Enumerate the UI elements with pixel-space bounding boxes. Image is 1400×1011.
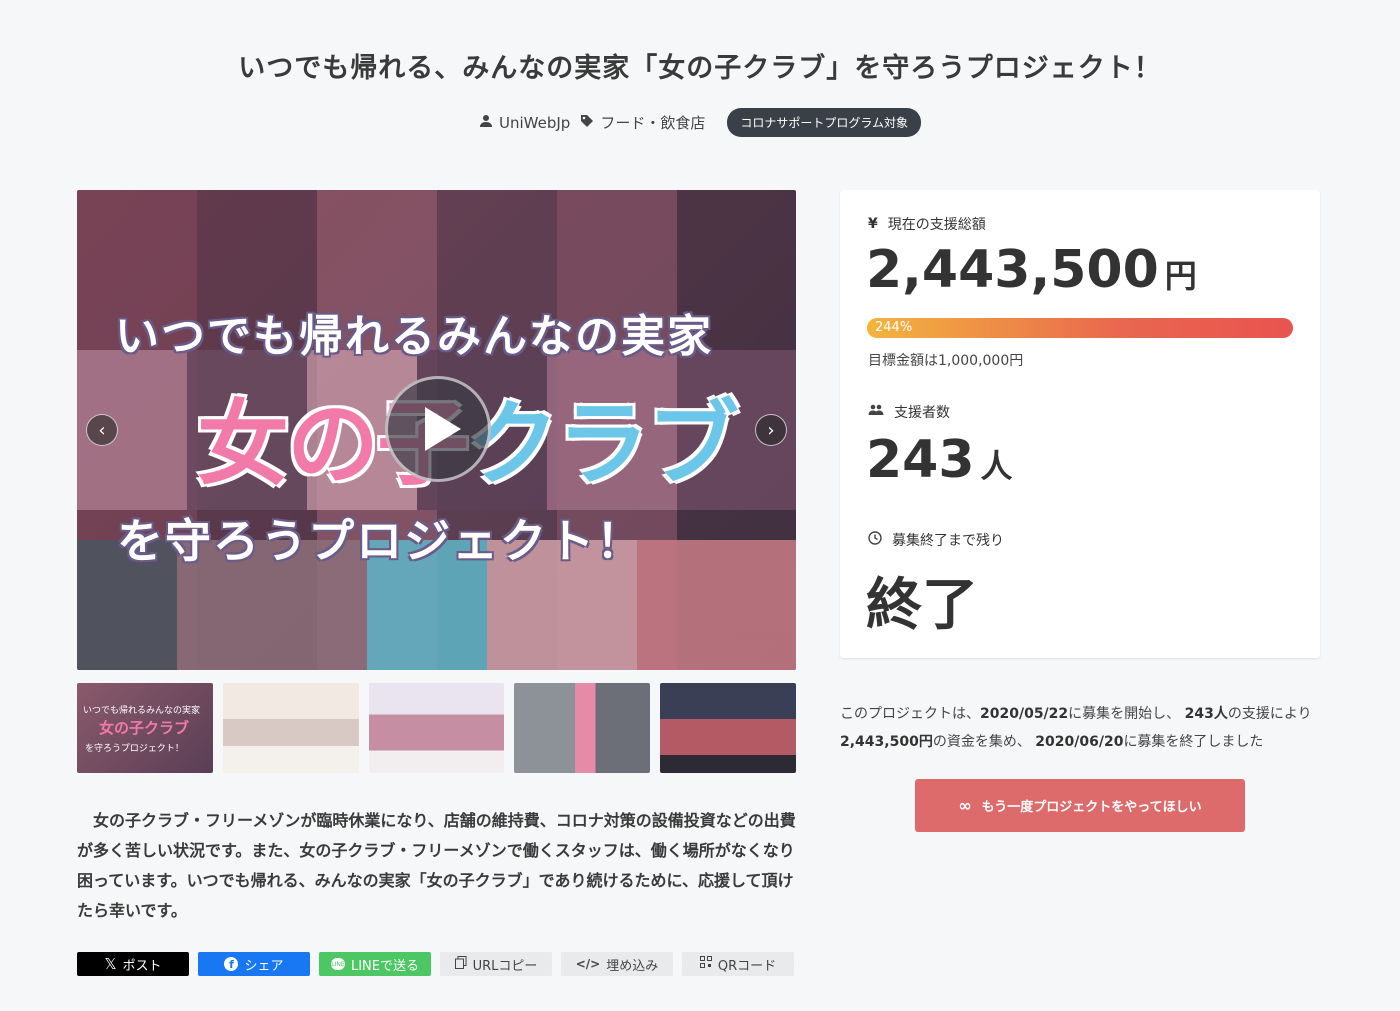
- project-description: 女の子クラブ・フリーメゾンが臨時休業になり、店舗の維持費、コロナ対策の設備投資な…: [77, 806, 797, 926]
- total-amount: 2,443,500 円: [866, 240, 1197, 300]
- category-link[interactable]: フード・飲食店: [580, 112, 705, 133]
- thumbnail-4[interactable]: [514, 683, 651, 773]
- share-facebook-label: シェア: [244, 958, 284, 974]
- summary-part3: の支援により: [1227, 706, 1312, 722]
- supporters-value: 243: [866, 430, 975, 490]
- project-meta: UniWebJp フード・飲食店 コロナサポートプログラム対象: [0, 108, 1400, 137]
- supporters-label-row: 支援者数: [868, 402, 950, 422]
- code-icon: </>: [575, 957, 601, 971]
- progress-bar: 244%: [867, 318, 1293, 338]
- share-x-label: ポスト: [122, 958, 162, 974]
- tag-icon: [580, 114, 594, 132]
- supporters-count: 243 人: [866, 430, 1013, 490]
- remaining-value: 終了: [866, 573, 978, 638]
- share-line-button[interactable]: LINE LINEで送る: [319, 952, 431, 976]
- total-unit: 円: [1164, 257, 1197, 295]
- play-video-button[interactable]: [385, 376, 491, 482]
- goal-amount: 目標金額は1,000,000円: [868, 353, 1024, 369]
- author-name: UniWebJp: [499, 113, 571, 132]
- line-icon: LINE: [330, 958, 345, 970]
- total-label: 現在の支援総額: [887, 217, 986, 233]
- share-line-label: LINEで送る: [350, 958, 419, 974]
- slider-prev-button[interactable]: ‹: [86, 414, 118, 446]
- request-again-label: もう一度プロジェクトをやってほしい: [981, 800, 1202, 815]
- page-title: いつでも帰れる、みんなの実家「女の子クラブ」を守ろうプロジェクト！: [238, 53, 1162, 84]
- thumbnail-2[interactable]: [222, 683, 359, 773]
- author-link[interactable]: UniWebJp: [479, 114, 570, 132]
- summary-part5: に募集を終了しました: [1123, 734, 1264, 750]
- total-label-row: ¥ 現在の支援総額: [868, 214, 986, 234]
- qr-code-button[interactable]: QRコード: [682, 952, 794, 976]
- thumbnail-5[interactable]: [660, 683, 796, 773]
- remaining-label: 募集終了まで残り: [892, 533, 1004, 549]
- x-icon: 𝕏: [104, 955, 117, 973]
- user-icon: [479, 114, 493, 132]
- copy-url-label: URLコピー: [472, 958, 538, 974]
- users-icon: [868, 404, 884, 420]
- summary-part2: に募集を開始し、: [1068, 706, 1181, 722]
- summary-amount: 2,443,500円: [840, 734, 933, 750]
- summary-start-date: 2020/05/22: [980, 706, 1069, 722]
- summary-part1: このプロジェクトは、: [840, 706, 980, 722]
- facebook-icon: f: [224, 957, 239, 971]
- main-image-slider[interactable]: いつでも帰れるみんなの実家 女の子クラブ を守ろうプロジェクト！ ‹ ›: [77, 190, 796, 670]
- thumb-text-2: 女の子クラブ: [99, 719, 190, 737]
- stats-card: ¥ 現在の支援総額 2,443,500 円 244% 目標金額は1,000,000…: [840, 190, 1320, 658]
- thumbnail-1[interactable]: いつでも帰れるみんなの実家 女の子クラブ を守ろうプロジェクト！: [77, 683, 213, 773]
- hero-subline: を守ろうプロジェクト！: [117, 514, 645, 568]
- summary-part4: の資金を集め、: [932, 734, 1031, 750]
- slider-next-button[interactable]: ›: [755, 414, 787, 446]
- thumb-text-1: いつでも帰れるみんなの実家: [83, 706, 201, 716]
- embed-label: 埋め込み: [606, 958, 659, 974]
- play-icon: [425, 407, 461, 451]
- thumbnail-3[interactable]: [368, 683, 505, 773]
- supporters-label: 支援者数: [894, 405, 950, 421]
- share-x-button[interactable]: 𝕏 ポスト: [77, 952, 189, 976]
- hero-logo-part2: クラブ: [467, 391, 739, 498]
- support-program-badge[interactable]: コロナサポートプログラム対象: [727, 108, 921, 137]
- remaining-label-row: 募集終了まで残り: [868, 530, 1004, 550]
- summary-supporters: 243人: [1184, 706, 1228, 722]
- description-text: 女の子クラブ・フリーメゾンが臨時休業になり、店舗の維持費、コロナ対策の設備投資な…: [77, 811, 796, 920]
- share-facebook-button[interactable]: f シェア: [198, 952, 310, 976]
- infinity-icon: ∞: [958, 796, 972, 815]
- clock-icon: [868, 531, 882, 549]
- thumb-text-3: を守ろうプロジェクト！: [85, 744, 184, 754]
- qr-label: QRコード: [717, 958, 777, 974]
- thumbnail-strip: いつでも帰れるみんなの実家 女の子クラブ を守ろうプロジェクト！: [77, 683, 796, 773]
- project-summary: このプロジェクトは、2020/05/22に募集を開始し、 243人の支援により …: [840, 700, 1320, 756]
- hero-headline: いつでも帰れるみんなの実家: [115, 311, 713, 362]
- yen-icon: ¥: [868, 216, 878, 232]
- copy-url-button[interactable]: URLコピー: [440, 952, 552, 976]
- progress-percent: 244%: [875, 320, 913, 335]
- request-again-button[interactable]: ∞ もう一度プロジェクトをやってほしい: [915, 779, 1245, 832]
- copy-icon: [454, 955, 467, 973]
- supporters-unit: 人: [980, 447, 1013, 485]
- summary-end-date: 2020/06/20: [1035, 734, 1124, 750]
- qr-icon: [699, 956, 712, 972]
- total-value: 2,443,500: [866, 240, 1159, 300]
- category-name: フード・飲食店: [600, 114, 706, 132]
- embed-button[interactable]: </> 埋め込み: [561, 952, 673, 976]
- share-buttons: 𝕏 ポスト f シェア LINE LINEで送る URLコピー </> 埋め込み…: [77, 952, 794, 976]
